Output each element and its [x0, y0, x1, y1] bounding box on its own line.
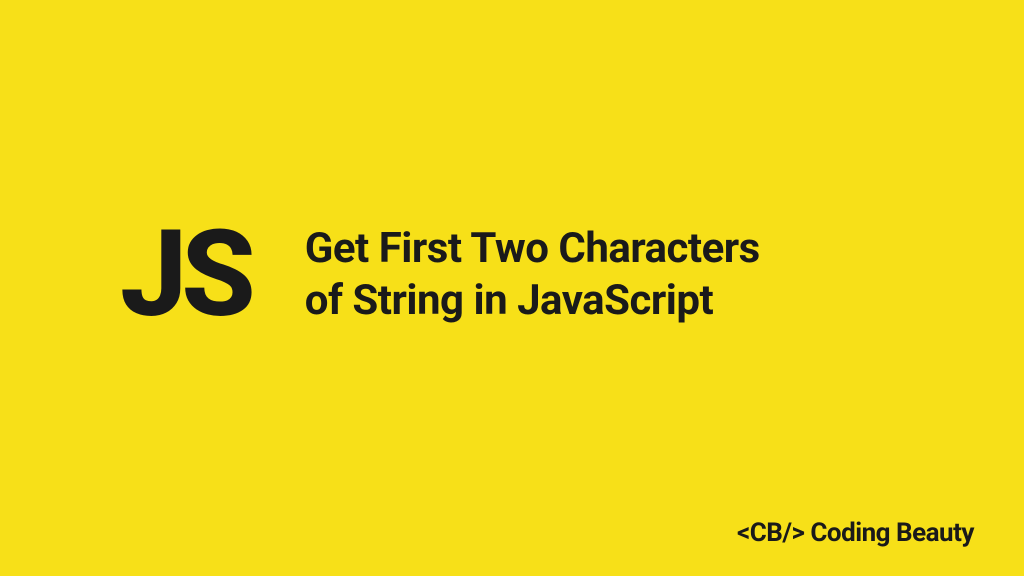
js-logo: JS	[120, 215, 250, 335]
article-title: Get First Two Characters of String in Ja…	[305, 223, 760, 328]
title-line-1: Get First Two Characters	[305, 223, 760, 276]
main-content: JS Get First Two Characters of String in…	[120, 215, 760, 335]
site-branding: <CB/> Coding Beauty	[737, 518, 974, 548]
title-line-2: of String in JavaScript	[305, 275, 760, 328]
